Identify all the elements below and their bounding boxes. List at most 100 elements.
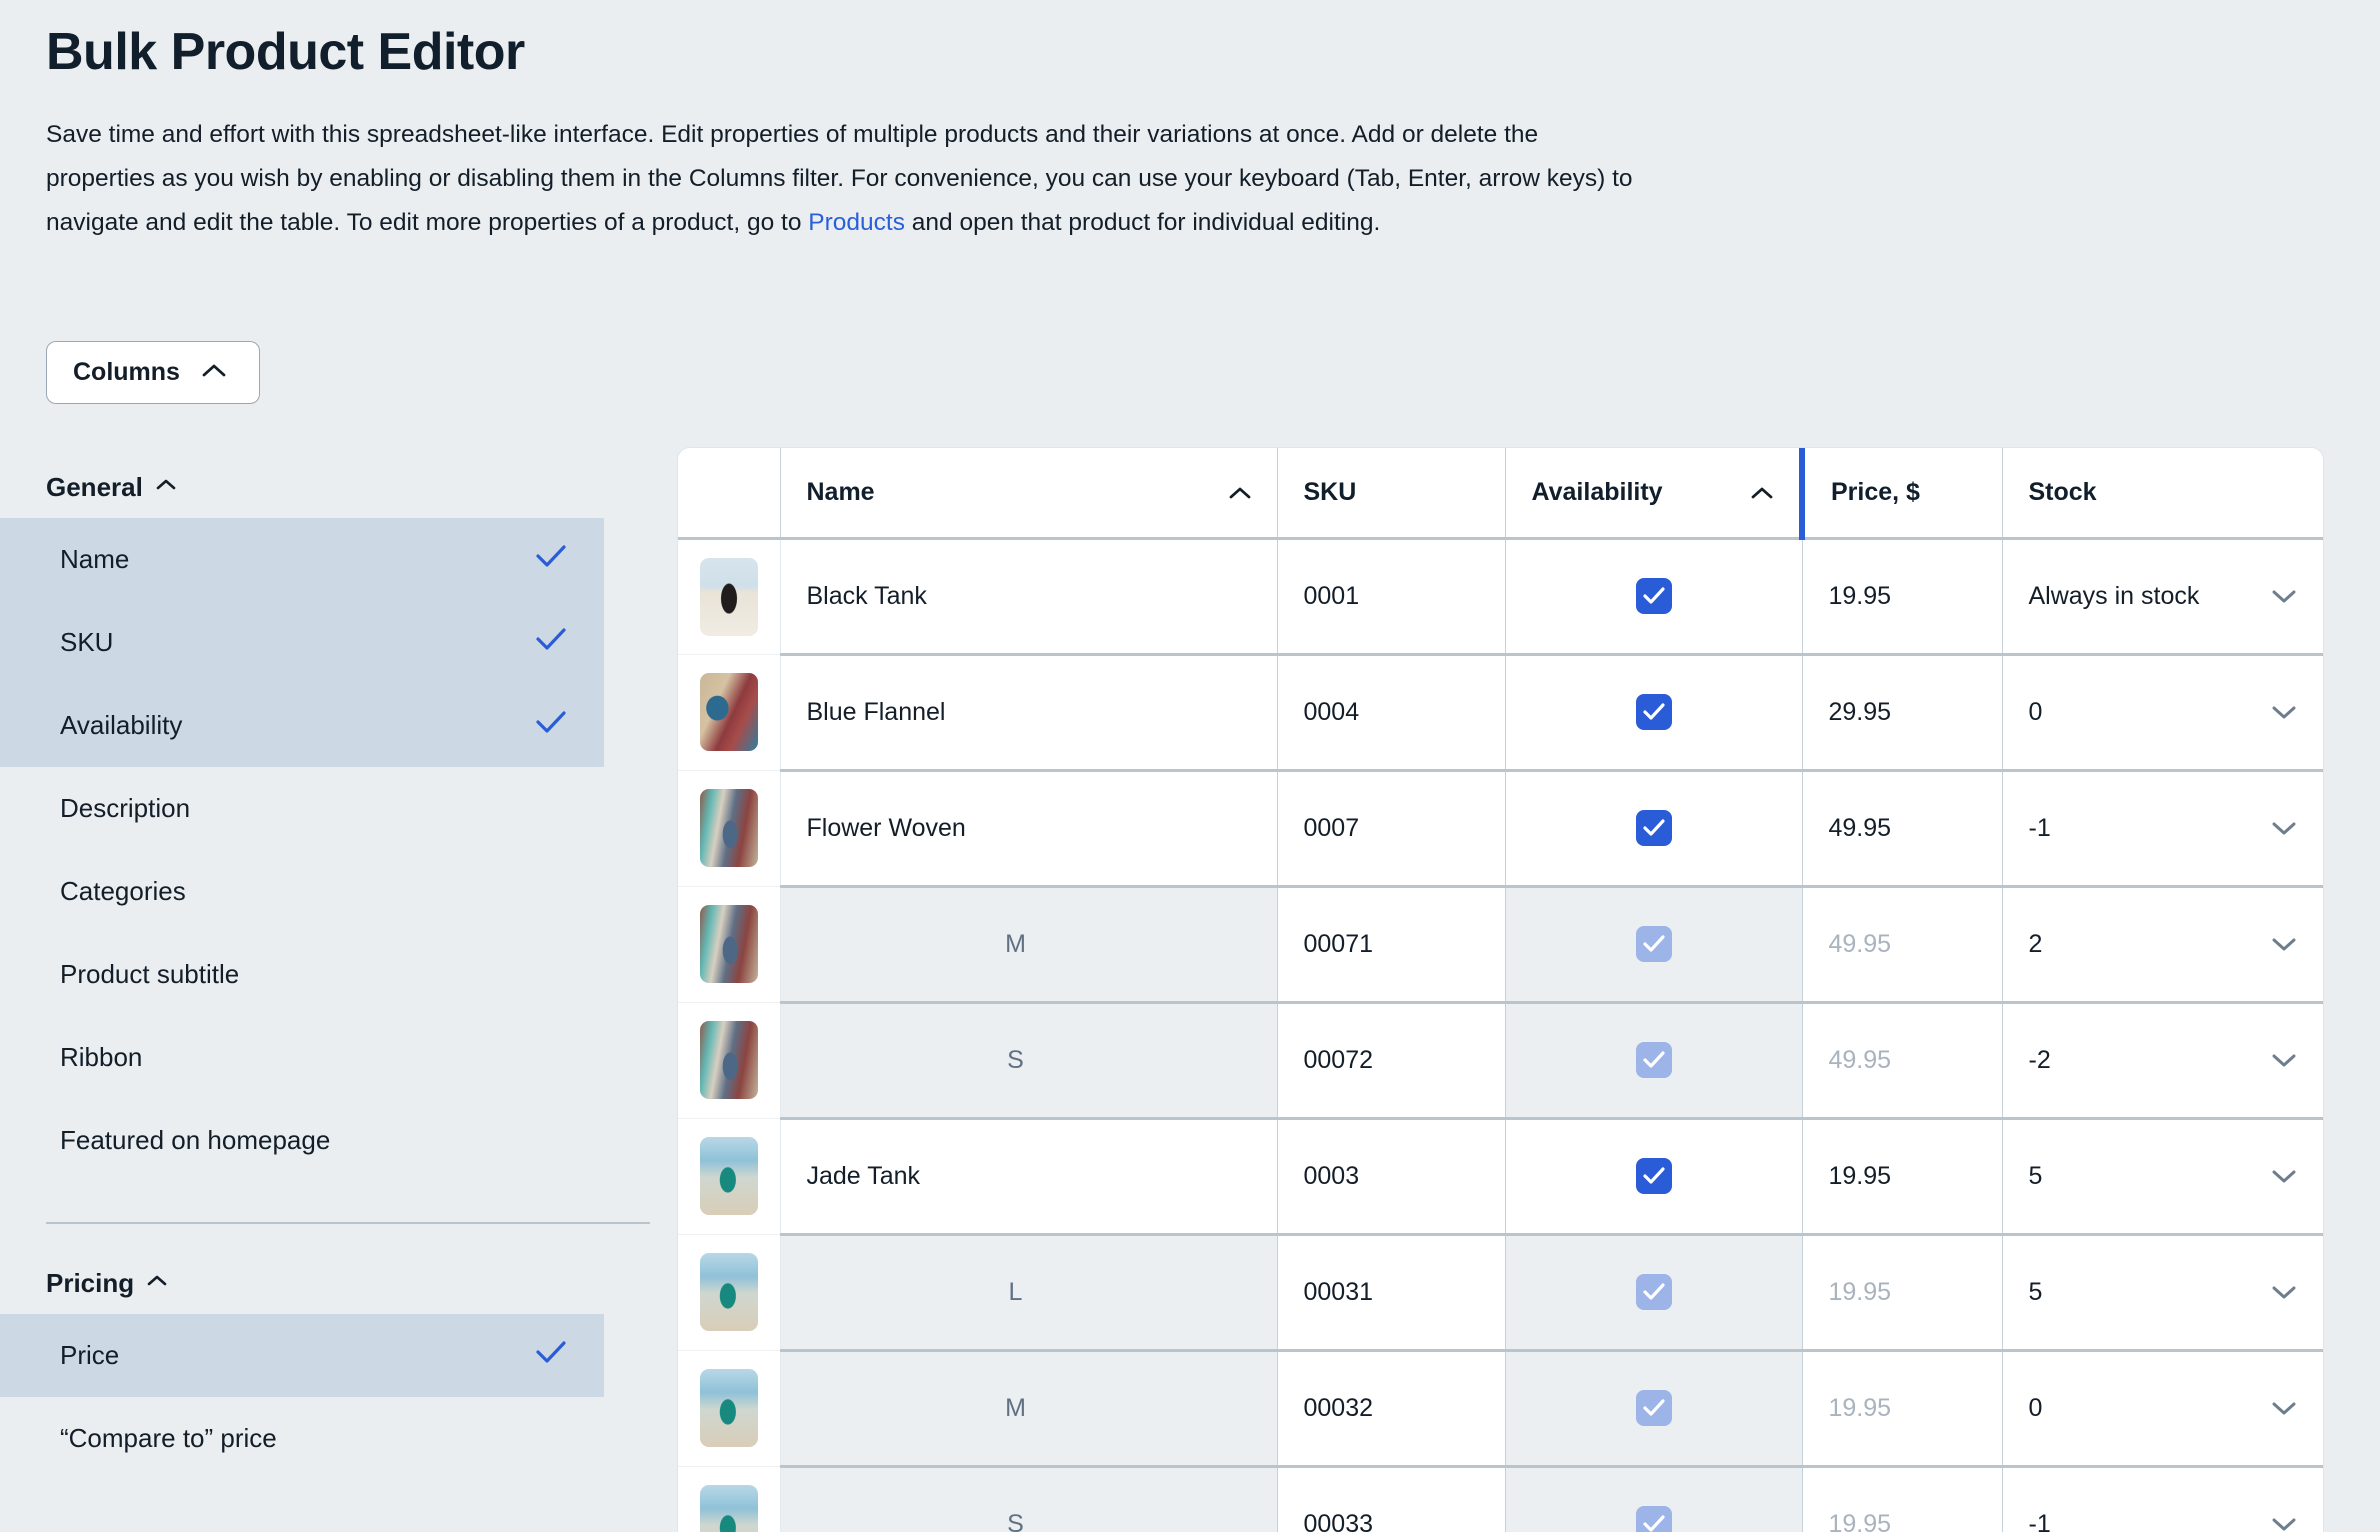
- cell-stock[interactable]: 0: [2002, 1350, 2323, 1468]
- table-row[interactable]: Jade Tank 0003 19.95 5: [678, 1118, 2323, 1236]
- chevron-up-icon[interactable]: [1751, 478, 1773, 507]
- availability-checkbox[interactable]: [1635, 810, 1672, 846]
- columns-filter-button[interactable]: Columns: [46, 341, 260, 404]
- table-row-variation[interactable]: S 00033 19.95 -1: [678, 1466, 2323, 1532]
- chevron-down-icon[interactable]: [2271, 1394, 2297, 1423]
- cell-name[interactable]: S: [780, 1466, 1278, 1532]
- column-header-sku[interactable]: SKU: [1277, 448, 1506, 540]
- sidebar-item-name[interactable]: Name: [0, 518, 604, 601]
- cell-price[interactable]: 49.95: [1802, 886, 2003, 1004]
- chevron-down-icon[interactable]: [2271, 582, 2297, 611]
- columns-button-label: Columns: [73, 358, 180, 386]
- cell-price[interactable]: 29.95: [1802, 654, 2003, 772]
- cell-name[interactable]: Blue Flannel: [780, 654, 1278, 772]
- sidebar-group-general-title: General: [46, 471, 143, 502]
- cell-sku[interactable]: 0001: [1277, 538, 1506, 656]
- chevron-down-icon[interactable]: [2271, 1162, 2297, 1191]
- products-link[interactable]: Products: [808, 209, 905, 236]
- cell-name[interactable]: S: [780, 1002, 1278, 1120]
- table-row[interactable]: Flower Woven 0007 49.95 -1: [678, 770, 2323, 888]
- cell-price[interactable]: 49.95: [1802, 1002, 2003, 1120]
- cell-sku[interactable]: 00072: [1277, 1002, 1506, 1120]
- cell-stock[interactable]: 5: [2002, 1118, 2323, 1236]
- cell-availability[interactable]: [1505, 1234, 1803, 1352]
- cell-availability[interactable]: [1505, 1118, 1803, 1236]
- column-header-stock[interactable]: Stock: [2002, 448, 2323, 540]
- cell-availability[interactable]: [1505, 1466, 1803, 1532]
- availability-checkbox[interactable]: [1635, 694, 1672, 730]
- cell-stock[interactable]: -1: [2002, 1466, 2323, 1532]
- sidebar-item-featured-on-homepage[interactable]: Featured on homepage: [0, 1099, 604, 1182]
- column-header-name[interactable]: Name: [780, 448, 1278, 540]
- availability-checkbox[interactable]: [1635, 1506, 1672, 1532]
- availability-checkbox[interactable]: [1635, 1042, 1672, 1078]
- stock-value: -1: [2028, 1509, 2051, 1532]
- cell-availability[interactable]: [1505, 1002, 1803, 1120]
- cell-price[interactable]: 19.95: [1802, 1234, 2003, 1352]
- chevron-down-icon[interactable]: [2271, 698, 2297, 727]
- chevron-up-icon[interactable]: [156, 478, 176, 496]
- cell-name[interactable]: L: [780, 1234, 1278, 1352]
- table-row-variation[interactable]: M 00071 49.95 2: [678, 886, 2323, 1004]
- cell-name[interactable]: M: [780, 886, 1278, 1004]
- sidebar-item-ribbon[interactable]: Ribbon: [0, 1016, 604, 1099]
- column-header-price[interactable]: Price, $: [1802, 448, 2003, 540]
- table-row[interactable]: Blue Flannel 0004 29.95 0: [678, 654, 2323, 772]
- cell-sku[interactable]: 0003: [1277, 1118, 1506, 1236]
- sidebar-item-categories[interactable]: Categories: [0, 850, 604, 933]
- sidebar-item-availability[interactable]: Availability: [0, 684, 604, 767]
- availability-checkbox[interactable]: [1635, 1158, 1672, 1194]
- sidebar-item-description[interactable]: Description: [0, 767, 604, 850]
- chevron-down-icon[interactable]: [2271, 930, 2297, 959]
- cell-availability[interactable]: [1505, 654, 1803, 772]
- chevron-down-icon[interactable]: [2271, 814, 2297, 843]
- check-icon: [536, 544, 566, 575]
- cell-name[interactable]: Black Tank: [780, 538, 1278, 656]
- availability-checkbox[interactable]: [1635, 926, 1672, 962]
- sidebar-item-price[interactable]: Price: [0, 1314, 604, 1397]
- cell-stock[interactable]: 5: [2002, 1234, 2323, 1352]
- cell-availability[interactable]: [1505, 886, 1803, 1004]
- cell-price[interactable]: 19.95: [1802, 538, 2003, 656]
- chevron-up-icon[interactable]: [1229, 478, 1251, 507]
- sidebar-item-product-subtitle[interactable]: Product subtitle: [0, 933, 604, 1016]
- table-row-variation[interactable]: L 00031 19.95 5: [678, 1234, 2323, 1352]
- availability-checkbox[interactable]: [1635, 1390, 1672, 1426]
- cell-price[interactable]: 19.95: [1802, 1350, 2003, 1468]
- cell-sku[interactable]: 00032: [1277, 1350, 1506, 1468]
- cell-sku[interactable]: 00033: [1277, 1466, 1506, 1532]
- cell-name[interactable]: Jade Tank: [780, 1118, 1278, 1236]
- table-row-variation[interactable]: M 00032 19.95 0: [678, 1350, 2323, 1468]
- table-row[interactable]: Black Tank 0001 19.95 Always in stock: [678, 538, 2323, 656]
- cell-stock[interactable]: Always in stock: [2002, 538, 2323, 656]
- table-row-variation[interactable]: S 00072 49.95 -2: [678, 1002, 2323, 1120]
- cell-price[interactable]: 19.95: [1802, 1466, 2003, 1532]
- cell-price[interactable]: 49.95: [1802, 770, 2003, 888]
- sidebar-item-sku[interactable]: SKU: [0, 601, 604, 684]
- chevron-down-icon[interactable]: [2271, 1510, 2297, 1532]
- cell-stock[interactable]: 0: [2002, 654, 2323, 772]
- cell-stock[interactable]: -2: [2002, 1002, 2323, 1120]
- cell-price[interactable]: 19.95: [1802, 1118, 2003, 1236]
- cell-stock[interactable]: -1: [2002, 770, 2323, 888]
- cell-name[interactable]: M: [780, 1350, 1278, 1468]
- cell-availability[interactable]: [1505, 538, 1803, 656]
- cell-sku[interactable]: 00071: [1277, 886, 1506, 1004]
- chevron-down-icon[interactable]: [2271, 1278, 2297, 1307]
- cell-sku[interactable]: 00031: [1277, 1234, 1506, 1352]
- sidebar-group-pricing-header[interactable]: Pricing: [0, 1266, 660, 1300]
- cell-stock[interactable]: 2: [2002, 886, 2323, 1004]
- cell-availability[interactable]: [1505, 1350, 1803, 1468]
- cell-name[interactable]: Flower Woven: [780, 770, 1278, 888]
- cell-availability[interactable]: [1505, 770, 1803, 888]
- column-header-availability[interactable]: Availability: [1505, 448, 1805, 540]
- sidebar-item-compare-to-price[interactable]: “Compare to” price: [0, 1397, 604, 1480]
- cell-sku[interactable]: 0004: [1277, 654, 1506, 772]
- column-header-label: Name: [806, 477, 875, 506]
- chevron-down-icon[interactable]: [2271, 1046, 2297, 1075]
- sidebar-group-general-header[interactable]: General: [0, 470, 660, 504]
- cell-sku[interactable]: 0007: [1277, 770, 1506, 888]
- availability-checkbox[interactable]: [1635, 578, 1672, 614]
- availability-checkbox[interactable]: [1635, 1274, 1672, 1310]
- chevron-up-icon[interactable]: [147, 1274, 167, 1292]
